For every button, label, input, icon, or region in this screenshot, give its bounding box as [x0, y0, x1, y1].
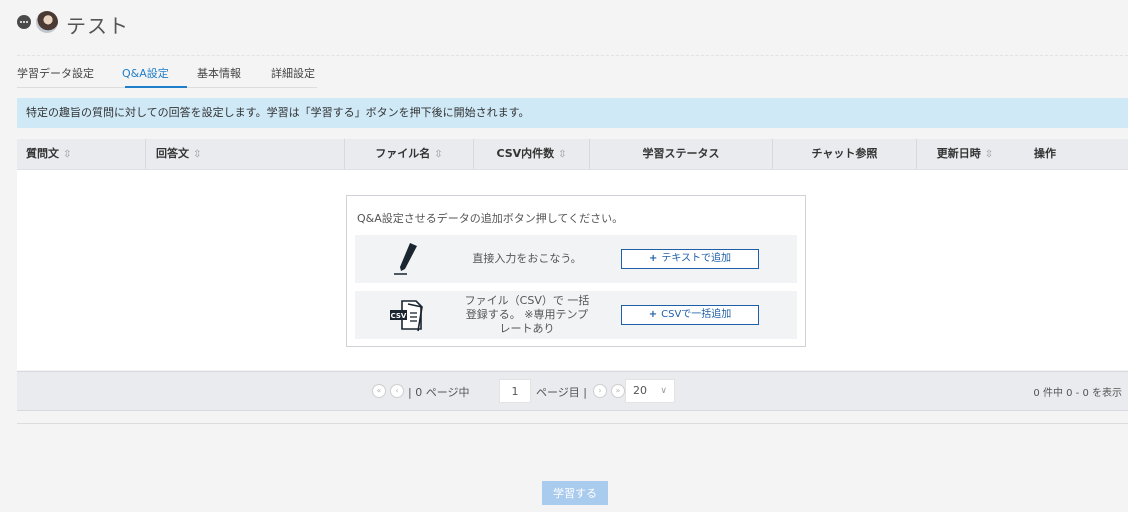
first-page-icon[interactable]: «	[372, 384, 386, 398]
column-header-answer[interactable]: 回答文 ⇳	[146, 139, 345, 169]
csv-add-option: CSV ファイル（CSV）で 一括 登録する。 ※専用テンプ レートあり + CS…	[355, 291, 797, 339]
add-by-text-button[interactable]: + テキストで追加	[621, 249, 759, 269]
csv-icon-label: CSV	[391, 312, 407, 320]
text-add-description: 直接入力をおこなう。	[472, 252, 582, 265]
column-header-question[interactable]: 質問文 ⇳	[17, 139, 146, 169]
column-label: CSV内件数	[496, 147, 555, 160]
add-by-text-label: テキストで追加	[661, 253, 732, 264]
sort-icon[interactable]: ⇳	[434, 149, 442, 160]
sort-icon[interactable]: ⇳	[558, 149, 566, 160]
add-by-csv-button[interactable]: + CSVで一括追加	[621, 305, 759, 325]
chat-bubble-icon[interactable]	[17, 15, 31, 29]
page-suffix-label: ページ目 |	[536, 386, 587, 399]
pagination-bar: « ‹ | 0 ページ中 ページ目 | › » 20 ∨ 0 件中 0 - 0 …	[17, 371, 1128, 411]
csv-description-line: ファイル（CSV）で 一括	[464, 294, 590, 307]
column-header-learning-status: 学習ステータス	[590, 139, 773, 169]
tab-learning-data-settings[interactable]: 学習データ設定	[17, 65, 94, 81]
column-label: 質問文	[26, 147, 59, 160]
page-size-value: 20	[633, 384, 647, 397]
table-header: 質問文 ⇳ 回答文 ⇳ ファイル名 ⇳ CSV内件数 ⇳ 学習ステータス チャット参照 …	[17, 139, 1128, 170]
tab-qa-settings[interactable]: Q&A設定	[122, 65, 169, 81]
sort-icon[interactable]: ⇳	[193, 149, 201, 160]
record-count: 0 件中 0 - 0 を表示	[1033, 388, 1122, 399]
text-add-option: 直接入力をおこなう。 + テキストで追加	[355, 235, 797, 283]
header-divider	[17, 55, 1128, 56]
page-number-input[interactable]	[499, 379, 531, 403]
sort-icon[interactable]: ⇳	[63, 149, 71, 160]
app-header: テスト	[0, 0, 1128, 42]
chevron-down-icon: ∨	[660, 386, 667, 396]
tab-detail-settings[interactable]: 詳細設定	[271, 65, 315, 81]
add-by-csv-label: CSVで一括追加	[661, 309, 732, 320]
column-label: 更新日時	[936, 147, 981, 160]
column-label: 回答文	[156, 147, 189, 160]
tab-bar: 学習データ設定 Q&A設定 基本情報 詳細設定	[17, 57, 317, 88]
total-pages-label: | 0 ページ中	[408, 386, 470, 399]
csv-add-description: ファイル（CSV）で 一括 登録する。 ※専用テンプ レートあり	[457, 294, 597, 336]
plus-icon: +	[648, 309, 658, 320]
csv-file-icon: CSV	[390, 300, 423, 332]
info-banner: 特定の趣旨の質問に対しての回答を設定します。学習は「学習する」ボタンを押下後に開…	[17, 98, 1128, 128]
last-page-icon[interactable]: »	[611, 384, 625, 398]
page-title: テスト	[66, 14, 129, 38]
column-label: 操作	[1034, 147, 1056, 160]
column-header-filename[interactable]: ファイル名 ⇳	[345, 139, 474, 169]
active-tab-indicator	[125, 86, 187, 88]
prev-page-icon[interactable]: ‹	[390, 384, 404, 398]
sort-icon[interactable]: ⇳	[985, 149, 993, 160]
next-page-icon[interactable]: ›	[593, 384, 607, 398]
csv-description-line: レートあり	[499, 322, 555, 335]
avatar[interactable]	[36, 11, 58, 33]
column-header-csv-count[interactable]: CSV内件数 ⇳	[474, 139, 590, 169]
add-data-prompt: Q&A設定させるデータの追加ボタン押してください。	[357, 212, 624, 225]
column-header-chat-reference: チャット参照	[773, 139, 917, 169]
bottom-divider	[17, 423, 1128, 424]
csv-description-line: 登録する。 ※専用テンプ	[465, 308, 589, 321]
pen-icon	[394, 243, 417, 275]
column-label: チャット参照	[811, 147, 878, 160]
column-header-updated-at[interactable]: 更新日時 ⇳	[917, 139, 1013, 169]
page-size-select[interactable]: 20 ∨	[625, 379, 675, 403]
add-data-panel: Q&A設定させるデータの追加ボタン押してください。 直接入力をおこなう。 + テキ…	[346, 195, 806, 347]
column-label: 学習ステータス	[642, 147, 720, 160]
column-label: ファイル名	[375, 147, 431, 160]
column-header-actions: 操作	[1019, 139, 1079, 169]
learn-button[interactable]: 学習する	[542, 481, 608, 505]
plus-icon: +	[648, 253, 658, 264]
tab-basic-info[interactable]: 基本情報	[197, 65, 241, 81]
